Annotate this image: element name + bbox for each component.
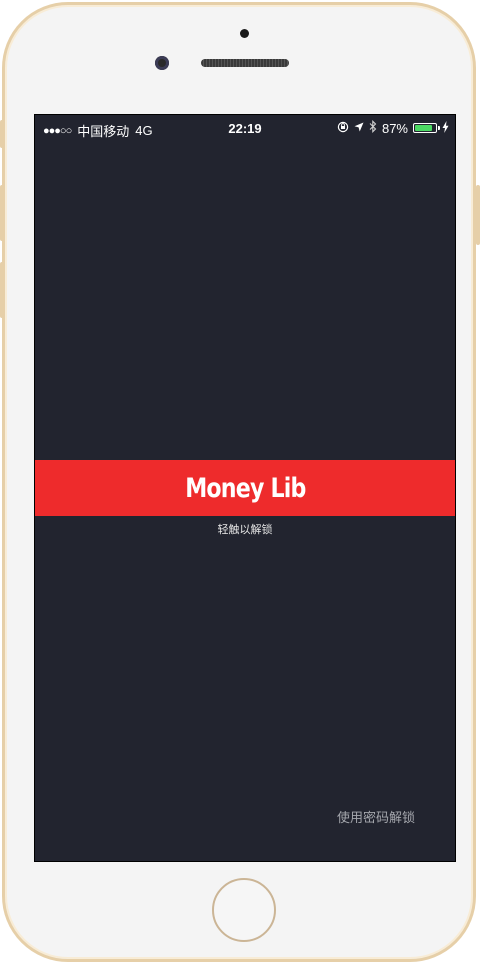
location-arrow-icon [354,121,364,135]
status-bar: ●●●○○ 中国移动 4G 22:19 87% [35,115,455,143]
volume-up-button [0,185,4,241]
lock-screen: ●●●○○ 中国移动 4G 22:19 87% Money Lib 轻触以解锁 … [34,114,456,862]
touch-to-unlock-hint[interactable]: 轻触以解锁 [35,521,455,537]
earpiece-speaker [201,59,289,67]
volume-down-button [0,262,4,318]
battery-cap [438,126,440,130]
rotation-lock-icon [337,121,349,136]
battery-percent: 87% [381,120,408,136]
battery-level-fill [415,125,433,131]
battery-icon [413,123,440,133]
proximity-sensor [240,29,249,38]
charging-bolt-icon [442,120,449,136]
power-button [476,185,480,245]
mute-switch [0,120,4,148]
bluetooth-icon [369,119,377,136]
use-passcode-button[interactable]: 使用密码解锁 [337,807,415,826]
app-title: Money Lib [184,472,306,504]
app-title-banner: Money Lib [35,460,455,516]
front-camera [155,56,169,70]
home-button[interactable] [212,878,276,942]
status-bar-right: 87% [337,119,449,136]
phone-frame: ●●●○○ 中国移动 4G 22:19 87% Money Lib 轻触以解锁 … [2,2,476,962]
